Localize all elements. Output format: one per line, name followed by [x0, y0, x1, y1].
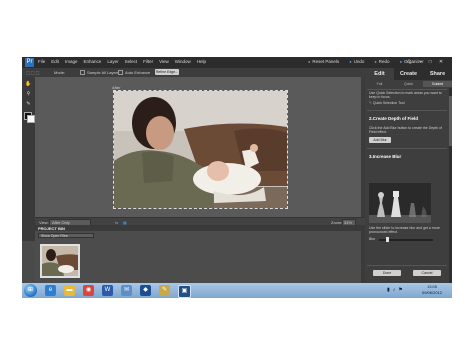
menu-layer[interactable]: Layer — [107, 59, 118, 64]
chrome-icon[interactable]: ◉ — [83, 285, 94, 296]
tab-create[interactable]: Create — [394, 68, 423, 80]
add-blur-button[interactable]: Add Blur — [369, 137, 391, 143]
mode-label: Mode: — [54, 70, 66, 75]
edit-mode-tabs: Full Quick Guided — [365, 81, 452, 87]
panel-divider — [367, 110, 447, 111]
menu-filter[interactable]: Filter — [143, 59, 153, 64]
word-icon[interactable]: W — [102, 285, 113, 296]
selection-mode-icons[interactable]: ⬚ ⬚ ⬚ — [26, 70, 40, 75]
minimize-icon[interactable]: – — [419, 59, 422, 65]
mode-guided[interactable]: Guided — [423, 81, 452, 87]
panel-divider — [367, 265, 447, 266]
clock[interactable]: 13:05 09/06/2012 — [422, 284, 442, 296]
sample-all-layers-label: Sample All Layers — [87, 70, 120, 75]
cancel-button[interactable]: Cancel — [413, 270, 441, 276]
menu-edit[interactable]: Edit — [51, 59, 59, 64]
tab-share[interactable]: Share — [423, 68, 452, 80]
done-button[interactable]: Done — [373, 270, 401, 276]
panel-tabs: Edit Create Share — [365, 68, 452, 80]
step2-title: 2.Create Depth of Field — [369, 116, 419, 121]
canvas-area: After — [35, 77, 365, 217]
blur-slider-handle[interactable] — [386, 237, 389, 242]
sample-all-layers-checkbox[interactable]: Sample All Layers — [80, 70, 120, 76]
menu-window[interactable]: Window — [175, 59, 191, 64]
volume-icon[interactable]: ♪ — [393, 287, 396, 293]
panel-scrollbar-thumb[interactable] — [449, 96, 452, 146]
system-tray: ▮ ♪ ⚑ — [387, 287, 403, 293]
menu-items: File Edit Image Enhance Layer Select Fil… — [38, 59, 206, 64]
app-logo: Pr — [25, 58, 34, 67]
quick-selection-icon[interactable]: ✎ — [25, 101, 32, 107]
zoom-tool-icon[interactable]: ⚲ — [25, 91, 32, 97]
auto-enhance-label: Auto Enhance — [125, 70, 151, 75]
project-bin: Show Open Files — [35, 231, 365, 283]
thumbnail-image — [42, 246, 78, 276]
quick-selection-label: Quick Selection Tool — [372, 101, 405, 105]
photo-thumbnail[interactable] — [40, 244, 80, 278]
menu-file[interactable]: File — [38, 59, 45, 64]
blur-preview-image — [369, 183, 431, 223]
ie-icon[interactable]: e — [45, 285, 56, 296]
reset-panels-button[interactable]: Reset Panels — [308, 59, 339, 64]
close-icon[interactable]: ✕ — [439, 59, 443, 65]
auto-enhance-checkbox[interactable]: Auto Enhance — [118, 70, 151, 76]
tools-panel: ✋ ⚲ ✎ — [22, 77, 35, 241]
app-icon[interactable]: ▣ — [178, 285, 191, 298]
step3-text: Use the slider to increase blur and get … — [369, 226, 440, 234]
menu-image[interactable]: Image — [65, 59, 78, 64]
document-title: After — [112, 85, 121, 90]
tab-edit[interactable]: Edit — [365, 68, 394, 80]
quick-selection-link[interactable]: ✎ Quick Selection Tool — [369, 101, 445, 105]
clock-date: 09/06/2012 — [422, 290, 443, 295]
menu-enhance[interactable]: Enhance — [84, 59, 102, 64]
step2-text: Click the Add Blur button to create the … — [369, 126, 442, 134]
undo-button[interactable]: Undo — [349, 59, 365, 64]
hand-tool-icon[interactable]: ✋ — [25, 81, 32, 87]
chess-pieces-picture — [369, 183, 431, 223]
mother-baby-photo — [114, 91, 287, 208]
menu-select[interactable]: Select — [125, 59, 138, 64]
maximize-icon[interactable]: □ — [429, 59, 432, 65]
panel-scrollbar[interactable] — [449, 88, 452, 283]
guided-edit-panel: Edit Create Share Full Quick Guided Use … — [365, 68, 452, 283]
mode-quick[interactable]: Quick — [394, 81, 423, 87]
menu-bar: Pr File Edit Image Enhance Layer Select … — [22, 57, 452, 68]
intro-text: Use Quick Selection to mark areas you wa… — [369, 91, 442, 99]
blur-label: Blur — [369, 237, 376, 241]
flag-icon[interactable]: ⚑ — [398, 287, 402, 293]
photo-canvas[interactable] — [113, 90, 288, 209]
windows-taskbar: ⊞ e ▬ ◉ W ✉ ◆ ✎ ▣ ▮ ♪ ⚑ 13:05 09/06/2012 — [22, 283, 452, 298]
photoshop-icon[interactable]: ◆ — [140, 285, 151, 296]
window-controls: – □ ✕ — [419, 59, 443, 65]
refine-edge-button[interactable]: Refine Edge... — [155, 69, 179, 75]
step3-title: 3.Increase Blur — [369, 154, 402, 159]
redo-button[interactable]: Redo — [374, 59, 390, 64]
home-icon[interactable]: ⌂ — [407, 58, 411, 65]
folder-icon[interactable]: ▬ — [64, 285, 75, 296]
mail-icon[interactable]: ✉ — [121, 285, 132, 296]
background-color-swatch[interactable] — [27, 115, 35, 123]
menu-view[interactable]: View — [159, 59, 169, 64]
bin-show-dropdown[interactable]: Show Open Files — [38, 233, 94, 238]
panel-divider — [367, 89, 447, 90]
start-button[interactable]: ⊞ — [24, 284, 37, 297]
photoshop-elements-window: Pr File Edit Image Enhance Layer Select … — [22, 57, 452, 283]
mode-full[interactable]: Full — [365, 81, 394, 87]
paint-icon[interactable]: ✎ — [159, 285, 170, 296]
network-icon[interactable]: ▮ — [387, 287, 390, 293]
panel-divider — [367, 148, 447, 149]
menu-help[interactable]: Help — [197, 59, 206, 64]
